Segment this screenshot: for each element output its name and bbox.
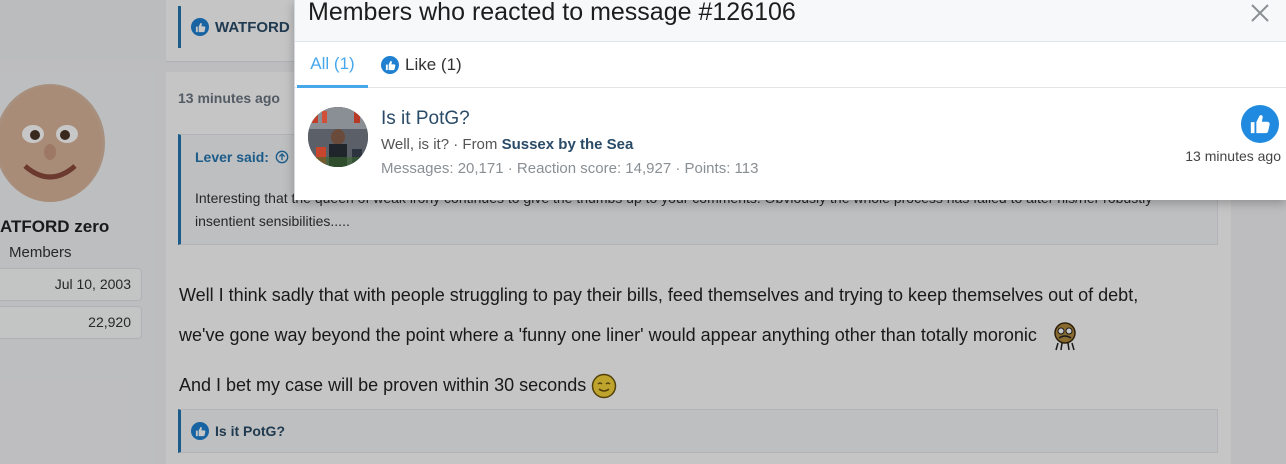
reaction-time: 13 minutes ago bbox=[1185, 148, 1281, 164]
tab-like-label[interactable]: Like (1) bbox=[405, 55, 462, 75]
like-icon bbox=[381, 56, 399, 74]
reaction-tabs: All (1) Like (1) bbox=[295, 42, 1286, 88]
tab-all[interactable]: All (1) bbox=[297, 42, 368, 88]
reactions-modal: Members who reacted to message #126106 A… bbox=[294, 0, 1286, 200]
tab-all-label[interactable]: All (1) bbox=[310, 54, 354, 74]
close-button[interactable] bbox=[1247, 0, 1273, 26]
modal-title: Members who reacted to message #126106 bbox=[308, 0, 796, 26]
member-meta: Well, is it? · From Sussex by the Sea bbox=[381, 136, 633, 153]
modal-header: Members who reacted to message #126106 bbox=[295, 0, 1286, 42]
member-avatar[interactable] bbox=[308, 107, 368, 167]
thumbs-up-icon bbox=[1250, 115, 1270, 134]
tab-like[interactable]: Like (1) bbox=[381, 42, 462, 88]
member-stats: Messages: 20,171 · Reaction score: 14,92… bbox=[381, 160, 759, 177]
like-reaction-badge bbox=[1241, 105, 1279, 143]
member-location[interactable]: Sussex by the Sea bbox=[502, 136, 634, 153]
member-name[interactable]: Is it PotG? bbox=[381, 108, 470, 130]
close-icon[interactable] bbox=[1247, 0, 1273, 26]
member-subtitle: Well, is it? · From bbox=[381, 136, 498, 153]
member-row: Is it PotG? Well, is it? · From Sussex b… bbox=[295, 88, 1286, 188]
